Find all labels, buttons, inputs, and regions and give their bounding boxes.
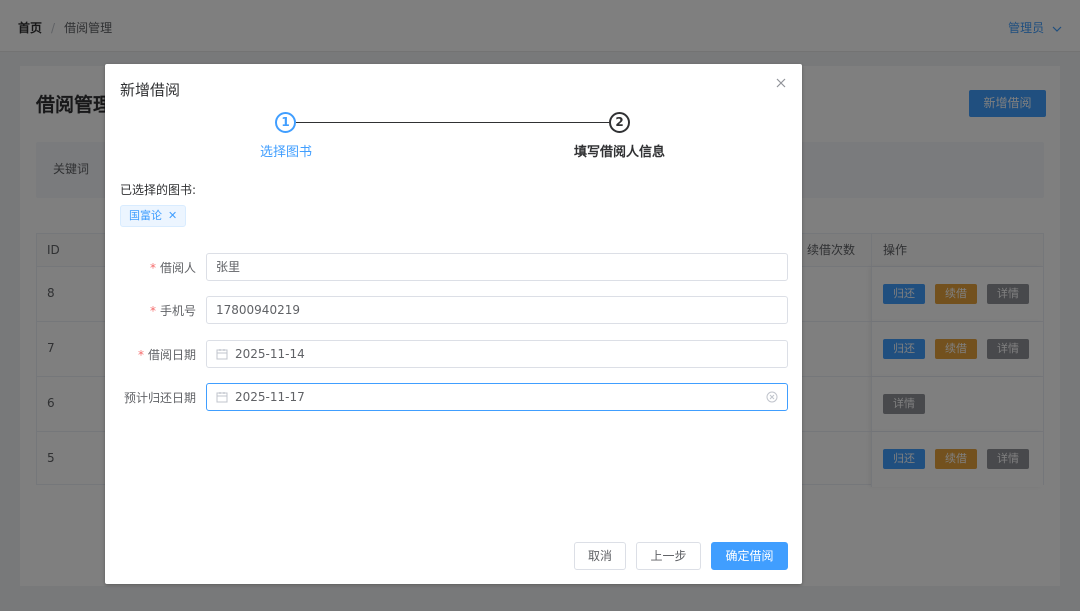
due-date-row: 预计归还日期 2025-11-17 — [105, 383, 802, 411]
step-1-icon: 1 — [275, 112, 296, 133]
due-date-value: 2025-11-17 — [235, 390, 305, 404]
step-1-title: 选择图书 — [259, 145, 312, 160]
borrow-date-value: 2025-11-14 — [235, 347, 305, 361]
step-2-title: 填写借阅人信息 — [573, 145, 665, 160]
steps: 1 2 选择图书 填写借阅人信息 — [105, 112, 802, 162]
calendar-icon — [216, 349, 228, 360]
required-mark: * — [149, 261, 156, 275]
phone-row: * 手机号 17800940219 — [105, 296, 802, 324]
previous-step-button[interactable]: 上一步 — [636, 542, 701, 570]
dialog-title: 新增借阅 — [120, 81, 181, 99]
borrow-date-row: * 借阅日期 2025-11-14 — [105, 340, 802, 368]
confirm-borrow-button[interactable]: 确定借阅 — [711, 542, 788, 570]
phone-input[interactable]: 17800940219 — [206, 296, 788, 324]
required-mark: * — [137, 348, 144, 362]
step-2-icon: 2 — [609, 112, 630, 133]
phone-label-text: 手机号 — [159, 304, 196, 318]
borrower-label: * 借阅人 — [150, 259, 196, 276]
borrower-label-text: 借阅人 — [159, 261, 196, 275]
borrow-date-label-text: 借阅日期 — [147, 348, 196, 362]
due-date-label: 预计归还日期 — [123, 391, 196, 405]
add-borrow-dialog: 新增借阅 1 2 选择图书 填写借阅人信息 已选择的图书: 国富论 ✕ * 借阅人 … — [105, 64, 802, 584]
borrower-row: * 借阅人 张里 — [105, 253, 802, 281]
selected-book-tag: 国富论 ✕ — [120, 205, 187, 227]
cancel-button[interactable]: 取消 — [574, 542, 626, 570]
calendar-icon — [216, 392, 228, 403]
step-connector — [296, 122, 613, 123]
required-mark: * — [149, 304, 156, 318]
borrow-date-label: * 借阅日期 — [138, 346, 196, 363]
borrow-date-picker[interactable]: 2025-11-14 — [206, 340, 788, 368]
phone-label: * 手机号 — [150, 302, 196, 319]
selected-books-label: 已选择的图书: — [120, 183, 197, 197]
tag-close-icon[interactable]: ✕ — [168, 206, 177, 226]
due-date-picker[interactable]: 2025-11-17 — [206, 383, 788, 411]
close-icon[interactable] — [775, 77, 787, 89]
clear-icon[interactable] — [766, 391, 778, 403]
borrower-input[interactable]: 张里 — [206, 253, 788, 281]
book-tag-label: 国富论 — [129, 209, 162, 222]
